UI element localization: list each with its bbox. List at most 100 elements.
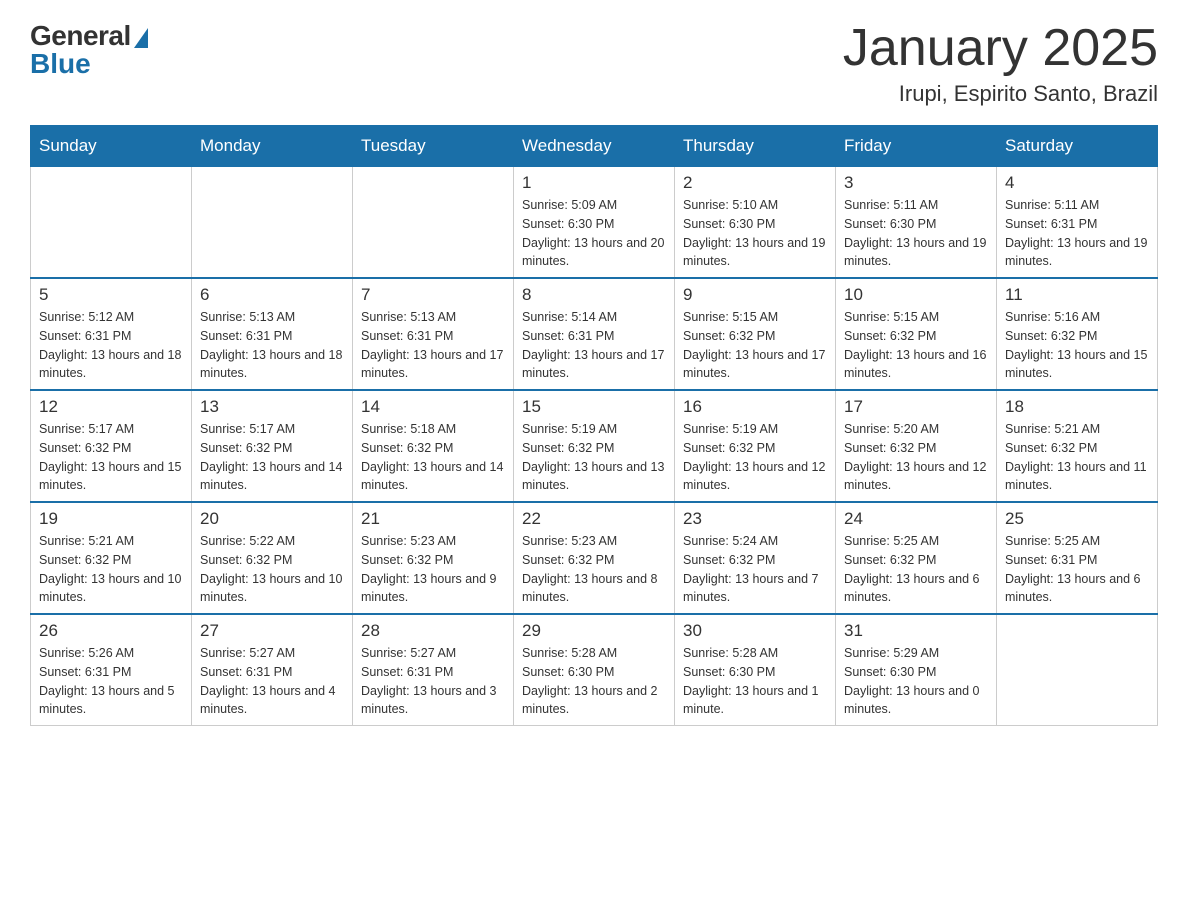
day-info: Sunrise: 5:19 AMSunset: 6:32 PMDaylight:…	[683, 420, 827, 495]
day-number: 28	[361, 621, 505, 641]
day-info: Sunrise: 5:28 AMSunset: 6:30 PMDaylight:…	[683, 644, 827, 719]
day-number: 5	[39, 285, 183, 305]
calendar-day-cell: 30 Sunrise: 5:28 AMSunset: 6:30 PMDayligh…	[675, 614, 836, 726]
day-info: Sunrise: 5:12 AMSunset: 6:31 PMDaylight:…	[39, 308, 183, 383]
calendar-day-cell: 13 Sunrise: 5:17 AMSunset: 6:32 PMDayligh…	[192, 390, 353, 502]
day-info: Sunrise: 5:26 AMSunset: 6:31 PMDaylight:…	[39, 644, 183, 719]
calendar-week-row: 26 Sunrise: 5:26 AMSunset: 6:31 PMDayligh…	[31, 614, 1158, 726]
day-info: Sunrise: 5:27 AMSunset: 6:31 PMDaylight:…	[200, 644, 344, 719]
day-info: Sunrise: 5:14 AMSunset: 6:31 PMDaylight:…	[522, 308, 666, 383]
day-number: 17	[844, 397, 988, 417]
calendar-day-header: Friday	[836, 126, 997, 167]
day-number: 25	[1005, 509, 1149, 529]
day-number: 30	[683, 621, 827, 641]
calendar-day-cell: 24 Sunrise: 5:25 AMSunset: 6:32 PMDayligh…	[836, 502, 997, 614]
calendar-day-cell: 7Sunrise: 5:13 AMSunset: 6:31 PMDaylight…	[353, 278, 514, 390]
calendar-day-cell: 25 Sunrise: 5:25 AMSunset: 6:31 PMDayligh…	[997, 502, 1158, 614]
title-block: January 2025 Irupi, Espirito Santo, Braz…	[843, 20, 1158, 107]
day-number: 29	[522, 621, 666, 641]
calendar-day-cell: 2 Sunrise: 5:10 AMSunset: 6:30 PMDaylight…	[675, 167, 836, 279]
calendar-day-cell: 26 Sunrise: 5:26 AMSunset: 6:31 PMDayligh…	[31, 614, 192, 726]
day-number: 3	[844, 173, 988, 193]
calendar-day-cell: 10 Sunrise: 5:15 AMSunset: 6:32 PMDayligh…	[836, 278, 997, 390]
day-info: Sunrise: 5:15 AMSunset: 6:32 PMDaylight:…	[844, 308, 988, 383]
day-info: Sunrise: 5:22 AMSunset: 6:32 PMDaylight:…	[200, 532, 344, 607]
calendar-day-header: Thursday	[675, 126, 836, 167]
calendar-week-row: 12 Sunrise: 5:17 AMSunset: 6:32 PMDayligh…	[31, 390, 1158, 502]
calendar-day-cell: 3Sunrise: 5:11 AMSunset: 6:30 PMDaylight…	[836, 167, 997, 279]
logo: General Blue	[30, 20, 148, 80]
day-number: 19	[39, 509, 183, 529]
day-number: 22	[522, 509, 666, 529]
day-info: Sunrise: 5:10 AMSunset: 6:30 PMDaylight:…	[683, 196, 827, 271]
calendar-week-row: 1Sunrise: 5:09 AMSunset: 6:30 PMDaylight…	[31, 167, 1158, 279]
day-info: Sunrise: 5:11 AMSunset: 6:31 PMDaylight:…	[1005, 196, 1149, 271]
calendar-day-header: Saturday	[997, 126, 1158, 167]
day-info: Sunrise: 5:27 AMSunset: 6:31 PMDaylight:…	[361, 644, 505, 719]
day-info: Sunrise: 5:24 AMSunset: 6:32 PMDaylight:…	[683, 532, 827, 607]
day-info: Sunrise: 5:21 AMSunset: 6:32 PMDaylight:…	[39, 532, 183, 607]
logo-triangle-icon	[134, 28, 148, 48]
day-info: Sunrise: 5:23 AMSunset: 6:32 PMDaylight:…	[522, 532, 666, 607]
calendar-day-header: Wednesday	[514, 126, 675, 167]
calendar-header-row: SundayMondayTuesdayWednesdayThursdayFrid…	[31, 126, 1158, 167]
calendar-day-cell: 15 Sunrise: 5:19 AMSunset: 6:32 PMDayligh…	[514, 390, 675, 502]
day-number: 31	[844, 621, 988, 641]
day-info: Sunrise: 5:09 AMSunset: 6:30 PMDaylight:…	[522, 196, 666, 271]
calendar-day-cell	[353, 167, 514, 279]
day-info: Sunrise: 5:13 AMSunset: 6:31 PMDaylight:…	[361, 308, 505, 383]
day-number: 8	[522, 285, 666, 305]
calendar-day-cell	[192, 167, 353, 279]
calendar-day-cell: 1Sunrise: 5:09 AMSunset: 6:30 PMDaylight…	[514, 167, 675, 279]
day-number: 9	[683, 285, 827, 305]
day-number: 21	[361, 509, 505, 529]
day-number: 10	[844, 285, 988, 305]
calendar-day-cell: 29Sunrise: 5:28 AMSunset: 6:30 PMDayligh…	[514, 614, 675, 726]
calendar-day-cell: 31 Sunrise: 5:29 AMSunset: 6:30 PMDayligh…	[836, 614, 997, 726]
day-number: 13	[200, 397, 344, 417]
calendar-day-cell: 18Sunrise: 5:21 AMSunset: 6:32 PMDayligh…	[997, 390, 1158, 502]
calendar-day-cell: 19 Sunrise: 5:21 AMSunset: 6:32 PMDayligh…	[31, 502, 192, 614]
logo-blue: Blue	[30, 48, 91, 80]
day-number: 12	[39, 397, 183, 417]
day-number: 27	[200, 621, 344, 641]
day-number: 23	[683, 509, 827, 529]
calendar-day-cell	[997, 614, 1158, 726]
day-number: 15	[522, 397, 666, 417]
calendar-day-cell: 16Sunrise: 5:19 AMSunset: 6:32 PMDayligh…	[675, 390, 836, 502]
calendar-day-cell: 23 Sunrise: 5:24 AMSunset: 6:32 PMDayligh…	[675, 502, 836, 614]
day-info: Sunrise: 5:15 AMSunset: 6:32 PMDaylight:…	[683, 308, 827, 383]
day-info: Sunrise: 5:29 AMSunset: 6:30 PMDaylight:…	[844, 644, 988, 719]
calendar-day-cell: 20Sunrise: 5:22 AMSunset: 6:32 PMDayligh…	[192, 502, 353, 614]
calendar-day-cell	[31, 167, 192, 279]
day-info: Sunrise: 5:17 AMSunset: 6:32 PMDaylight:…	[39, 420, 183, 495]
day-info: Sunrise: 5:13 AMSunset: 6:31 PMDaylight:…	[200, 308, 344, 383]
calendar-day-cell: 12 Sunrise: 5:17 AMSunset: 6:32 PMDayligh…	[31, 390, 192, 502]
day-number: 4	[1005, 173, 1149, 193]
day-info: Sunrise: 5:19 AMSunset: 6:32 PMDaylight:…	[522, 420, 666, 495]
day-number: 14	[361, 397, 505, 417]
calendar-subtitle: Irupi, Espirito Santo, Brazil	[843, 81, 1158, 107]
calendar-table: SundayMondayTuesdayWednesdayThursdayFrid…	[30, 125, 1158, 726]
calendar-day-cell: 28 Sunrise: 5:27 AMSunset: 6:31 PMDayligh…	[353, 614, 514, 726]
day-number: 2	[683, 173, 827, 193]
calendar-day-cell: 4 Sunrise: 5:11 AMSunset: 6:31 PMDaylight…	[997, 167, 1158, 279]
calendar-day-cell: 22 Sunrise: 5:23 AMSunset: 6:32 PMDayligh…	[514, 502, 675, 614]
day-info: Sunrise: 5:25 AMSunset: 6:31 PMDaylight:…	[1005, 532, 1149, 607]
calendar-day-cell: 9 Sunrise: 5:15 AMSunset: 6:32 PMDaylight…	[675, 278, 836, 390]
day-number: 11	[1005, 285, 1149, 305]
day-info: Sunrise: 5:17 AMSunset: 6:32 PMDaylight:…	[200, 420, 344, 495]
day-info: Sunrise: 5:20 AMSunset: 6:32 PMDaylight:…	[844, 420, 988, 495]
day-number: 24	[844, 509, 988, 529]
day-number: 26	[39, 621, 183, 641]
calendar-title: January 2025	[843, 20, 1158, 77]
calendar-day-header: Monday	[192, 126, 353, 167]
day-number: 18	[1005, 397, 1149, 417]
day-number: 6	[200, 285, 344, 305]
calendar-day-cell: 17 Sunrise: 5:20 AMSunset: 6:32 PMDayligh…	[836, 390, 997, 502]
calendar-day-cell: 27 Sunrise: 5:27 AMSunset: 6:31 PMDayligh…	[192, 614, 353, 726]
calendar-day-cell: 14Sunrise: 5:18 AMSunset: 6:32 PMDayligh…	[353, 390, 514, 502]
day-info: Sunrise: 5:16 AMSunset: 6:32 PMDaylight:…	[1005, 308, 1149, 383]
day-info: Sunrise: 5:23 AMSunset: 6:32 PMDaylight:…	[361, 532, 505, 607]
day-info: Sunrise: 5:25 AMSunset: 6:32 PMDaylight:…	[844, 532, 988, 607]
